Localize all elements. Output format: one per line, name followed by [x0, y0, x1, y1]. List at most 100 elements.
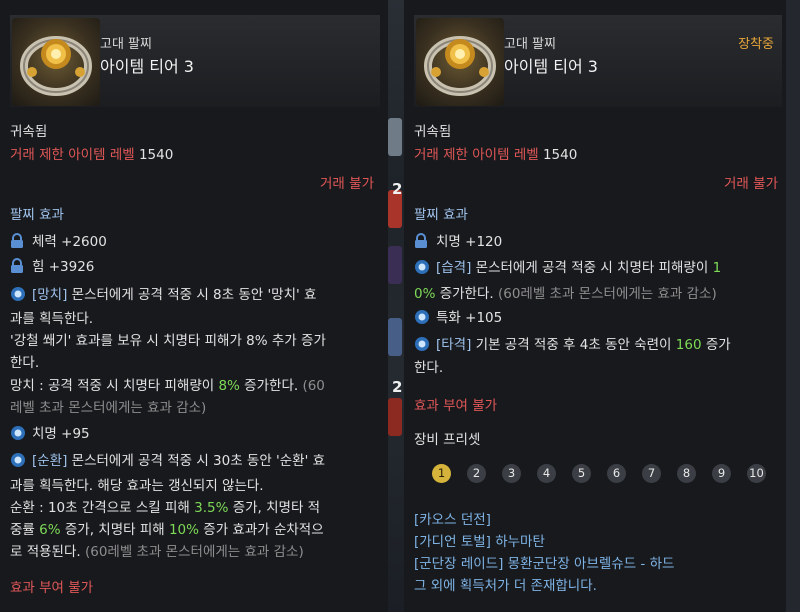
stat-text: 치명 +95	[32, 426, 90, 442]
gear-icon	[10, 452, 26, 474]
bound-label: 귀속됨	[10, 124, 48, 140]
effect-text: 증가, 치명타 적	[228, 500, 321, 516]
tooltip-header: 고대 팔찌 아이템 티어 3 장착중	[414, 15, 782, 107]
effect-text: 몬스터에게 공격 적중 시 치명타 피해량이	[471, 260, 713, 276]
effects-header: 팔찌 효과	[414, 207, 468, 223]
preset-title: 장비 프리셋	[414, 432, 481, 448]
reforge-status: 효과 부여 불가	[10, 580, 94, 596]
preset-button-8[interactable]: 8	[677, 464, 696, 483]
effect-note: (60레벨 초과 몬스터에게는 효과 감소)	[80, 544, 304, 560]
effect-line: 한다.	[10, 355, 40, 371]
gear-icon	[10, 425, 26, 447]
effect-text: 망치 : 공격 적중 시 치명타 피해량이	[10, 378, 219, 394]
preset-button-2[interactable]: 2	[467, 464, 486, 483]
stat-text: 힘 +3926	[32, 259, 95, 275]
effect-line: [타격] 기본 공격 적중 후 4초 동안 숙련이 160 증가	[414, 335, 731, 358]
inventory-slot	[388, 318, 402, 356]
effect-line: 과를 획득한다.	[10, 311, 94, 327]
preset-button-3[interactable]: 3	[502, 464, 521, 483]
effect-text: 몬스터에게 공격 적중 시 30초 동안 '순환' 효	[67, 453, 326, 469]
preset-button-1[interactable]: 1	[432, 464, 451, 483]
trade-status: 거래 불가	[724, 176, 778, 192]
source-link[interactable]: [군단장 레이드] 몽환군단장 아브렐슈드 - 하드	[414, 554, 674, 574]
item-category: 고대 팔찌	[504, 37, 556, 52]
bracelet-icon	[416, 18, 504, 106]
effect-line: 망치 : 공격 적중 시 치명타 피해량이 8% 증가한다. (60	[10, 376, 325, 396]
effects-header: 팔찌 효과	[10, 207, 64, 223]
lock-icon	[10, 233, 26, 255]
effect-text: 몬스터에게 공격 적중 시 8초 동안 '망치' 효	[67, 287, 317, 303]
bound-label: 귀속됨	[414, 124, 452, 140]
lock-icon	[10, 258, 26, 280]
item-tooltip-compare: 고대 팔찌 아이템 티어 3 귀속됨 거래 제한 아이템 레벨 1540 거래 …	[0, 0, 388, 612]
stat-text: 체력 +2600	[32, 234, 107, 250]
item-tier: 아이템 티어 3	[504, 57, 598, 76]
preset-button-5[interactable]: 5	[572, 464, 591, 483]
trade-status: 거래 불가	[320, 176, 374, 192]
effect-text: 증가, 치명타 피해	[60, 522, 169, 538]
preset-button-7[interactable]: 7	[642, 464, 661, 483]
effect-value: 8%	[218, 378, 240, 394]
effect-value: 1	[712, 260, 722, 276]
background-inventory-strip	[388, 0, 404, 612]
effect-note: 레벨 초과 몬스터에게는 효과 감소)	[10, 400, 207, 416]
effect-tag: [타격]	[436, 337, 472, 353]
effect-line: [망치] 몬스터에게 공격 적중 시 8초 동안 '망치' 효	[10, 285, 316, 308]
effect-text: 증가 효과가 순차적으	[198, 522, 324, 538]
effect-text: 증가	[701, 337, 731, 353]
gear-icon	[10, 286, 26, 308]
trade-level-value: 1540	[138, 147, 174, 163]
item-category: 고대 팔찌	[100, 37, 152, 52]
effect-tag: [망치]	[32, 287, 68, 303]
lock-icon	[414, 233, 430, 255]
item-tier: 아이템 티어 3	[100, 57, 194, 76]
preset-button-4[interactable]: 4	[537, 464, 556, 483]
equipped-badge: 장착중	[738, 37, 774, 52]
item-tooltip-equipped: 고대 팔찌 아이템 티어 3 장착중 귀속됨 거래 제한 아이템 레벨 1540…	[404, 0, 786, 612]
more-sources: 그 외에 획득처가 더 존재합니다.	[414, 578, 597, 594]
stat-row: 치명 +120	[414, 232, 502, 255]
effect-line: [습격] 몬스터에게 공격 적중 시 치명타 피해량이 1	[414, 258, 721, 281]
effect-text: 기본 공격 적중 후 4초 동안 숙련이	[471, 337, 676, 353]
effect-line: '강철 쐐기' 효과를 보유 시 치명타 피해가 8% 추가 증가	[10, 333, 326, 349]
trade-level-value: 1540	[542, 147, 578, 163]
effect-value: 0%	[414, 286, 436, 302]
effect-text: 로 적용된다.	[10, 544, 81, 560]
effect-text: 증가한다.	[435, 286, 494, 302]
effect-line: [순환] 몬스터에게 공격 적중 시 30초 동안 '순환' 효	[10, 451, 325, 474]
stat-row: 힘 +3926	[10, 257, 94, 280]
effect-text: 증가한다.	[239, 378, 299, 394]
gear-icon	[414, 336, 430, 358]
trade-level-label: 거래 제한 아이템 레벨	[10, 147, 135, 163]
effect-line: 과를 획득한다. 해당 효과는 갱신되지 않는다.	[10, 478, 264, 494]
stat-row: 치명 +95	[10, 424, 90, 447]
effect-line: 순환 : 10초 간격으로 스킬 피해 3.5% 증가, 치명타 적	[10, 498, 320, 518]
inventory-slot	[388, 398, 402, 436]
inventory-slot	[388, 246, 402, 284]
preset-button-9[interactable]: 9	[712, 464, 731, 483]
trade-level-row: 거래 제한 아이템 레벨 1540	[414, 145, 577, 165]
bracelet-icon	[12, 18, 100, 106]
preset-button-10[interactable]: 10	[747, 464, 766, 483]
effect-text: 순환 : 10초 간격으로 스킬 피해	[10, 500, 195, 516]
tooltip-header: 고대 팔찌 아이템 티어 3	[10, 15, 380, 107]
gear-icon	[414, 259, 430, 281]
source-link[interactable]: [가디언 토벌] 하누마탄	[414, 532, 545, 552]
stat-row: 특화 +105	[414, 308, 502, 331]
effect-value: 6%	[39, 522, 61, 538]
effect-value: 160	[675, 337, 702, 353]
inventory-slot	[388, 118, 402, 156]
source-link[interactable]: [카오스 던전]	[414, 510, 491, 530]
stat-text: 특화 +105	[436, 310, 503, 326]
effect-tag: [순환]	[32, 453, 68, 469]
effect-text: 중률	[10, 522, 40, 538]
trade-level-row: 거래 제한 아이템 레벨 1540	[10, 145, 173, 165]
trade-level-label: 거래 제한 아이템 레벨	[414, 147, 539, 163]
preset-button-6[interactable]: 6	[607, 464, 626, 483]
effect-value: 10%	[168, 522, 199, 538]
effect-tag: [습격]	[436, 260, 472, 276]
effect-note: (60레벨 초과 몬스터에게는 효과 감소)	[493, 286, 717, 302]
reforge-status: 효과 부여 불가	[414, 398, 498, 414]
effect-line: 중률 6% 증가, 치명타 피해 10% 증가 효과가 순차적으	[10, 520, 324, 540]
inventory-count: 2	[392, 378, 403, 396]
